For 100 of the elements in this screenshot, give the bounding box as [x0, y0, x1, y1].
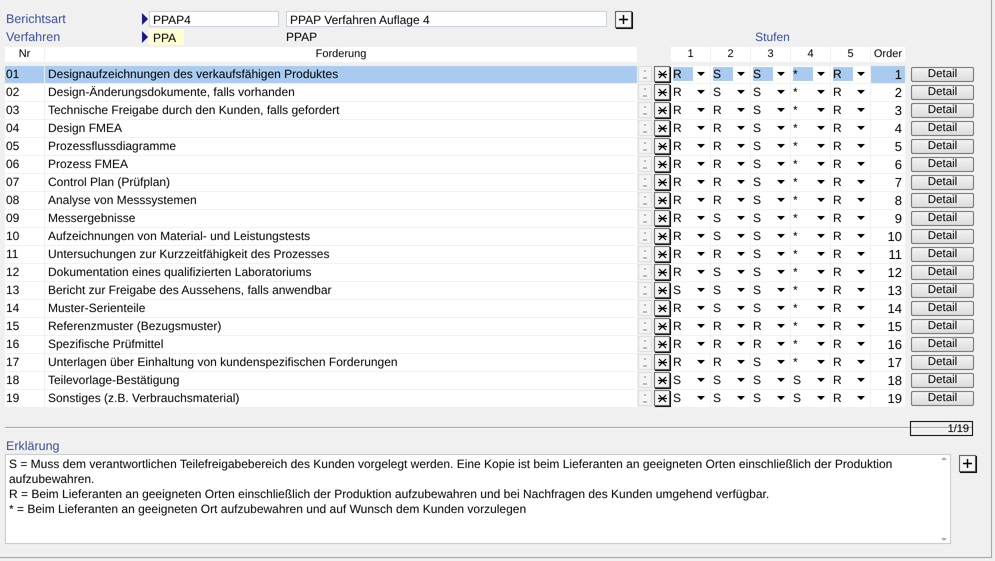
dropdown[interactable]: S [711, 264, 750, 280]
detail-button[interactable]: Detail [911, 156, 974, 172]
dropdown[interactable]: R [671, 174, 710, 190]
dropdown[interactable]: S [751, 210, 790, 226]
dropdown[interactable]: R [671, 138, 710, 154]
dropdown[interactable]: R [711, 138, 750, 154]
delete-button[interactable] [654, 372, 670, 388]
detail-button[interactable]: Detail [911, 372, 974, 388]
delete-button[interactable] [654, 84, 670, 100]
dropdown[interactable]: S [791, 372, 830, 388]
dropdown[interactable]: R [831, 372, 870, 388]
dropdown[interactable]: * [791, 228, 830, 244]
dropdown[interactable]: R [831, 156, 870, 172]
detail-button[interactable]: Detail [911, 354, 974, 370]
dropdown[interactable]: S [711, 66, 750, 82]
dropdown[interactable]: R [671, 246, 710, 262]
dropdown[interactable]: R [671, 228, 710, 244]
dropdown[interactable]: R [711, 102, 750, 118]
dropdown[interactable]: * [791, 354, 830, 370]
delete-button[interactable] [654, 264, 670, 280]
dropdown[interactable]: S [711, 372, 750, 388]
dropdown[interactable]: R [711, 120, 750, 136]
dropdown[interactable]: S [671, 372, 710, 388]
dropdown[interactable]: S [711, 390, 750, 406]
detail-button[interactable]: Detail [911, 264, 974, 280]
delete-button[interactable] [654, 102, 670, 118]
delete-button[interactable] [654, 192, 670, 208]
detail-button[interactable]: Detail [911, 84, 974, 100]
dropdown[interactable]: S [751, 300, 790, 316]
dropdown[interactable]: S [711, 210, 750, 226]
delete-button[interactable] [654, 156, 670, 172]
detail-button[interactable]: Detail [911, 66, 974, 82]
delete-button[interactable] [654, 66, 670, 82]
dropdown[interactable]: S [751, 228, 790, 244]
dropdown[interactable]: R [831, 282, 870, 298]
dropdown[interactable]: * [791, 120, 830, 136]
dropdown[interactable]: * [791, 318, 830, 334]
detail-button[interactable]: Detail [911, 336, 974, 352]
dropdown[interactable]: R [831, 102, 870, 118]
delete-button[interactable] [654, 318, 670, 334]
dropdown[interactable]: R [831, 174, 870, 190]
detail-button[interactable]: Detail [911, 192, 974, 208]
dropdown[interactable]: * [791, 156, 830, 172]
dropdown[interactable]: * [791, 336, 830, 352]
delete-button[interactable] [654, 174, 670, 190]
input-field[interactable]: PPAP Verfahren Auflage 4 [286, 11, 607, 27]
dropdown[interactable]: S [791, 390, 830, 406]
dropdown[interactable]: S [751, 372, 790, 388]
dropdown[interactable]: R [831, 264, 870, 280]
delete-button[interactable] [654, 336, 670, 352]
dropdown[interactable]: R [831, 66, 870, 82]
dropdown[interactable]: R [671, 210, 710, 226]
delete-button[interactable] [654, 282, 670, 298]
dropdown[interactable]: S [711, 84, 750, 100]
dropdown[interactable]: * [791, 84, 830, 100]
dropdown[interactable]: S [711, 282, 750, 298]
dropdown[interactable]: S [751, 174, 790, 190]
dropdown[interactable]: R [831, 192, 870, 208]
detail-button[interactable]: Detail [911, 174, 974, 190]
delete-button[interactable] [654, 390, 670, 406]
dropdown[interactable]: * [791, 66, 830, 82]
dropdown[interactable]: * [791, 246, 830, 262]
detail-button[interactable]: Detail [911, 318, 974, 334]
dropdown[interactable]: R [671, 102, 710, 118]
delete-button[interactable] [654, 138, 670, 154]
dropdown[interactable]: R [711, 318, 750, 334]
input-field[interactable]: PPA [149, 29, 184, 45]
detail-button[interactable]: Detail [911, 120, 974, 136]
dropdown[interactable]: R [831, 354, 870, 370]
dropdown[interactable]: R [671, 300, 710, 316]
dropdown[interactable]: * [791, 300, 830, 316]
detail-button[interactable]: Detail [911, 390, 974, 406]
dropdown[interactable]: S [751, 264, 790, 280]
detail-button[interactable]: Detail [911, 282, 974, 298]
dropdown[interactable]: S [751, 354, 790, 370]
dropdown[interactable]: S [751, 138, 790, 154]
dropdown[interactable]: S [751, 390, 790, 406]
dropdown[interactable]: * [791, 282, 830, 298]
dropdown[interactable]: R [831, 228, 870, 244]
detail-button[interactable]: Detail [911, 210, 974, 226]
dropdown[interactable]: R [671, 264, 710, 280]
dropdown[interactable]: R [711, 246, 750, 262]
add-button[interactable] [959, 455, 976, 472]
dropdown[interactable]: * [791, 210, 830, 226]
detail-button[interactable]: Detail [911, 102, 974, 118]
dropdown[interactable]: S [751, 282, 790, 298]
dropdown[interactable]: S [671, 282, 710, 298]
dropdown[interactable]: R [831, 210, 870, 226]
dropdown[interactable]: R [831, 336, 870, 352]
dropdown[interactable]: * [791, 138, 830, 154]
delete-button[interactable] [654, 246, 670, 262]
dropdown[interactable]: R [671, 84, 710, 100]
dropdown[interactable]: S [751, 156, 790, 172]
dropdown[interactable]: R [671, 66, 710, 82]
detail-button[interactable]: Detail [911, 300, 974, 316]
delete-button[interactable] [654, 210, 670, 226]
dropdown[interactable]: R [671, 156, 710, 172]
dropdown[interactable]: R [751, 336, 790, 352]
dropdown[interactable]: S [751, 192, 790, 208]
detail-button[interactable]: Detail [911, 246, 974, 262]
